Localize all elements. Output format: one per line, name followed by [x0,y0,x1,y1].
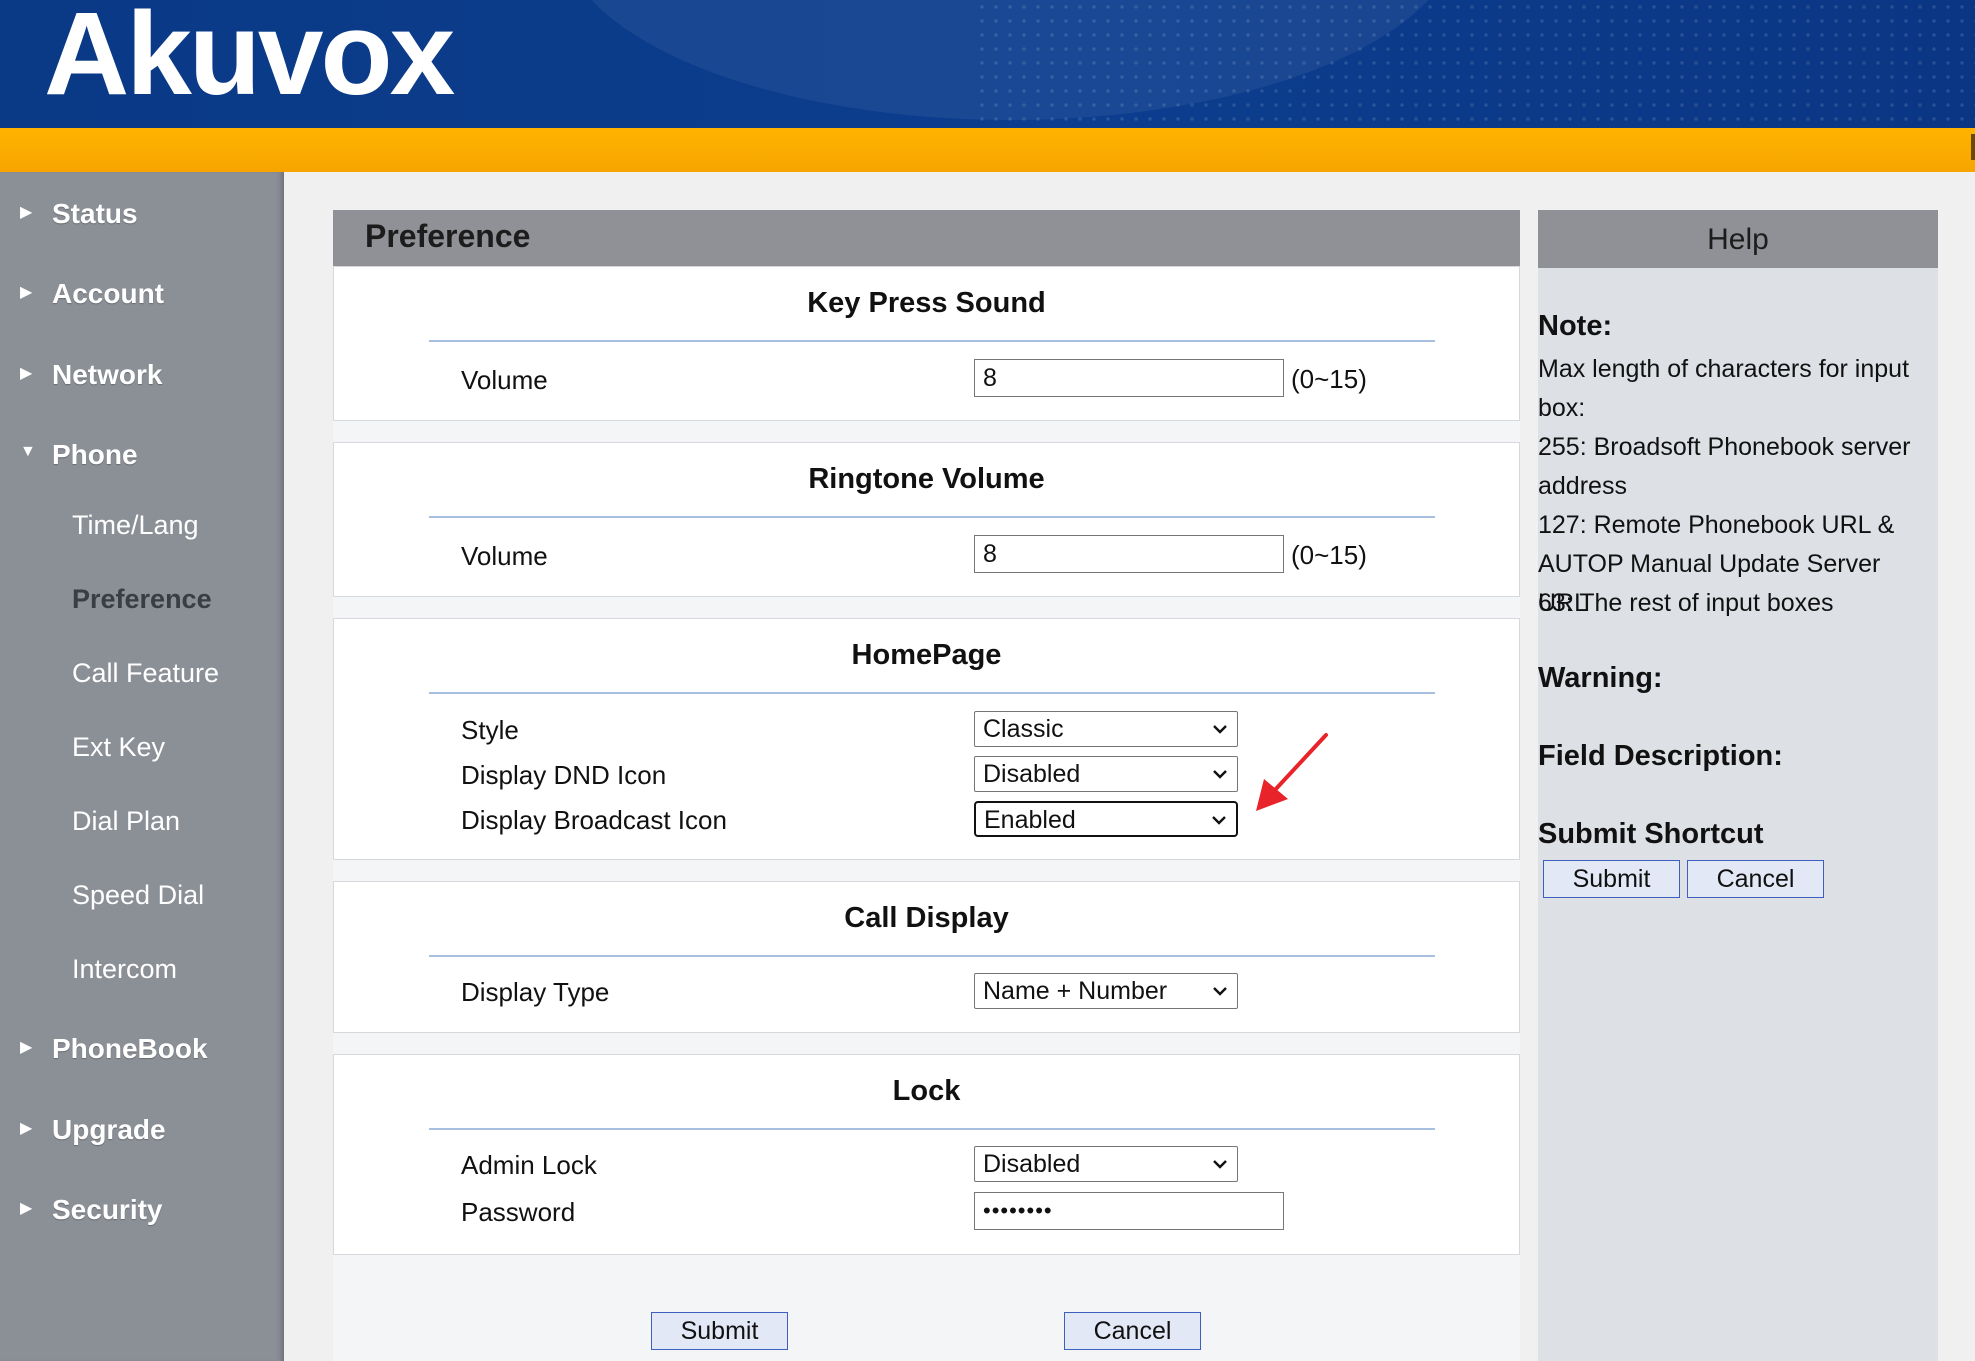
field-label: Display DND Icon [461,760,667,790]
note-line: 255: Broadsoft Phonebook server address [1538,433,1911,500]
sidebar: ▶ Status ▶ Account ▶ Network ▼ Phone Tim… [0,172,284,1361]
section-divider [429,692,1435,694]
sidebar-item-account[interactable]: ▶ Account [0,274,284,318]
panel-title-bar: Preference [333,210,1520,266]
select-value: Classic [983,715,1064,743]
sidebar-item-phone[interactable]: ▼ Phone [0,435,284,479]
sidebar-item-label: Status [52,198,138,229]
triangle-right-icon: ▶ [20,1039,33,1056]
sidebar-sub-intercom[interactable]: Intercom [72,954,177,994]
field-label: Volume [461,365,548,395]
sidebar-sub-preference[interactable]: Preference [72,584,212,624]
sidebar-item-phonebook[interactable]: ▶ PhoneBook [0,1029,284,1073]
section-title: Call Display [844,902,1009,934]
password-input[interactable]: •••••••• [974,1192,1284,1230]
note-heading: Note: [1538,310,1613,342]
field-label: Admin Lock [461,1150,597,1180]
orange-strip-edge [1971,134,1975,160]
chevron-down-icon [1213,725,1227,734]
field-label: Display Type [461,977,610,1007]
sidebar-sub-dial-plan[interactable]: Dial Plan [72,806,180,846]
sidebar-sub-speed-dial[interactable]: Speed Dial [72,880,204,920]
submit-button[interactable]: Submit [651,1312,788,1350]
help-panel: Help Note: Max length of characters for … [1538,210,1938,1361]
section-divider [429,955,1435,957]
style-select[interactable]: Classic [974,711,1238,747]
key-press-volume-input[interactable]: 8 [974,359,1284,397]
sidebar-item-label: PhoneBook [52,1033,208,1064]
range-hint: (0~15) [1291,540,1367,570]
section-divider [429,1128,1435,1130]
help-title: Help [1538,210,1938,268]
display-broadcast-icon-select[interactable]: Enabled [974,801,1238,837]
sidebar-item-label: Network [52,359,163,390]
cancel-button[interactable]: Cancel [1064,1312,1201,1350]
page-title: Preference [365,218,531,254]
sidebar-sub-call-feature[interactable]: Call Feature [72,658,219,698]
section-title: Key Press Sound [807,287,1046,319]
chevron-down-icon [1213,987,1227,996]
sidebar-item-network[interactable]: ▶ Network [0,355,284,399]
triangle-right-icon: ▶ [20,204,33,221]
select-value: Disabled [983,760,1081,788]
warning-heading: Warning: [1538,662,1663,694]
triangle-right-icon: ▶ [20,1200,33,1217]
field-label: Volume [461,541,548,571]
select-value: Enabled [984,806,1076,834]
akuvox-logo: Akuvox [44,0,455,120]
sidebar-item-label: Upgrade [52,1114,166,1145]
display-dnd-icon-select[interactable]: Disabled [974,756,1238,792]
submit-shortcut-heading: Submit Shortcut [1538,818,1764,850]
field-label: Display Broadcast Icon [461,805,727,835]
chevron-down-icon [1213,770,1227,779]
section-homepage: HomePage Style Classic Display DND Icon … [333,618,1520,860]
preference-panel: Preference Key Press Sound Volume 8 (0~1… [333,210,1520,1361]
admin-lock-select[interactable]: Disabled [974,1146,1238,1182]
orange-strip [0,128,1975,173]
note-line: 63: The rest of input boxes [1538,589,1834,617]
sidebar-item-status[interactable]: ▶ Status [0,194,284,238]
triangle-down-icon: ▼ [20,443,36,460]
section-divider [429,340,1435,342]
section-divider [429,516,1435,518]
section-key-press-sound: Key Press Sound Volume 8 (0~15) [333,266,1520,421]
field-label: Style [461,715,519,745]
sidebar-sub-ext-key[interactable]: Ext Key [72,732,165,772]
section-lock: Lock Admin Lock Disabled Password ••••••… [333,1054,1520,1255]
triangle-right-icon: ▶ [20,1120,33,1137]
display-type-select[interactable]: Name + Number [974,973,1238,1009]
section-title: Lock [892,1075,961,1107]
select-value: Name + Number [983,977,1168,1005]
shortcut-submit-button[interactable]: Submit [1543,860,1680,898]
chevron-down-icon [1212,816,1226,825]
ringtone-volume-input[interactable]: 8 [974,535,1284,573]
range-hint: (0~15) [1291,364,1367,394]
sidebar-item-label: Account [52,278,164,309]
chevron-down-icon [1213,1160,1227,1169]
sidebar-sub-time-lang[interactable]: Time/Lang [72,510,199,550]
banner-dot-pattern [975,0,1975,128]
header-banner: Akuvox [0,0,1975,128]
shortcut-cancel-button[interactable]: Cancel [1687,860,1824,898]
section-call-display: Call Display Display Type Name + Number [333,881,1520,1033]
sidebar-item-upgrade[interactable]: ▶ Upgrade [0,1110,284,1154]
note-line: Max length of characters for input box: [1538,355,1910,422]
triangle-right-icon: ▶ [20,365,33,382]
sidebar-item-label: Phone [52,439,138,470]
section-title: HomePage [851,639,1002,671]
select-value: Disabled [983,1150,1081,1178]
sidebar-item-label: Security [52,1194,163,1225]
triangle-right-icon: ▶ [20,284,33,301]
field-description-heading: Field Description: [1538,740,1783,772]
sidebar-item-security[interactable]: ▶ Security [0,1190,284,1234]
section-ringtone-volume: Ringtone Volume Volume 8 (0~15) [333,442,1520,597]
field-label: Password [461,1197,576,1227]
red-arrow-annotation-icon [1256,733,1328,811]
section-title: Ringtone Volume [808,463,1045,495]
